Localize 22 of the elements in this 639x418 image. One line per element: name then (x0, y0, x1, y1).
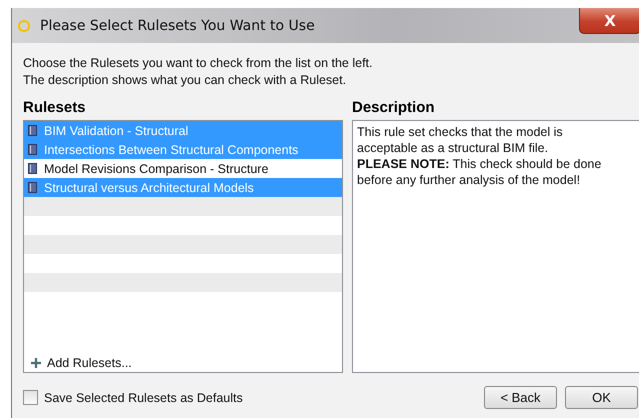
window-title: Please Select Rulesets You Want to Use (40, 18, 315, 34)
instruction-text: The description shows what you can check with a Ruleset. (23, 72, 348, 89)
ok-button[interactable]: OK (565, 386, 638, 409)
description-heading: Description (352, 98, 436, 118)
book-icon (28, 182, 37, 193)
ruleset-item[interactable]: Model Revisions Comparison - Structure (24, 159, 342, 178)
description-text: This rule set checks that the model is (357, 124, 564, 140)
plus-icon (30, 357, 42, 369)
book-icon (28, 163, 37, 174)
description-text: before any further analysis of the model! (357, 172, 582, 188)
instruction-text: Choose the Rulesets you want to check from the list on the left. (23, 55, 374, 72)
back-button[interactable]: < Back (484, 386, 557, 409)
add-rulesets-button[interactable]: Add Rulesets... (24, 356, 132, 372)
close-button[interactable]: X (579, 8, 639, 34)
description-text: PLEASE NOTE: This check should be done (357, 156, 602, 172)
rulesets-heading: Rulesets (23, 98, 87, 118)
book-icon (28, 125, 37, 136)
save-defaults-checkbox[interactable]: Save Selected Rulesets as Defaults (23, 390, 243, 405)
description-text: acceptable as a structural BIM file. (357, 140, 550, 156)
checkbox[interactable] (23, 390, 38, 405)
app-icon (18, 20, 30, 32)
book-icon (28, 144, 37, 155)
